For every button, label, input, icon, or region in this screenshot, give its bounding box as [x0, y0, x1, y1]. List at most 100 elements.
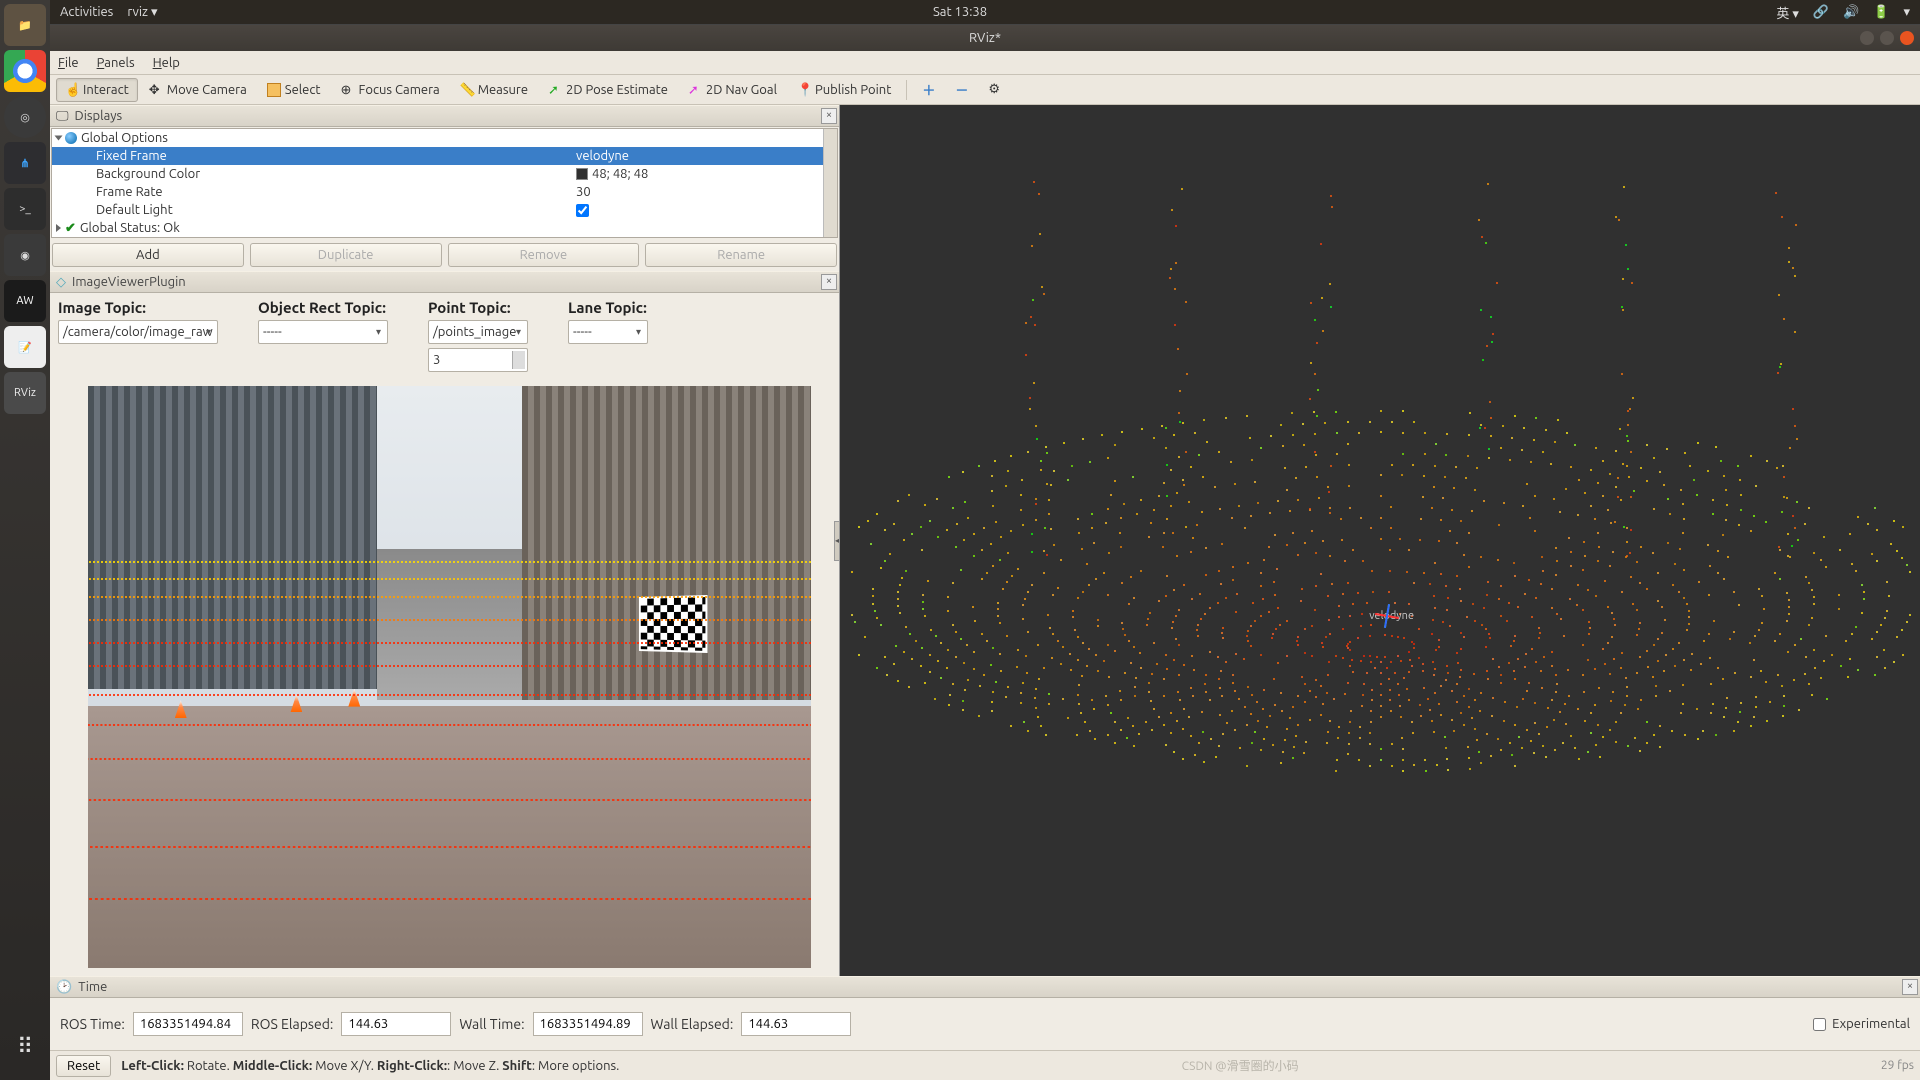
tree-global-status[interactable]: Global Status: Ok	[80, 221, 180, 235]
launcher-rviz-icon[interactable]: RViz	[4, 372, 46, 414]
maximize-button[interactable]	[1880, 31, 1894, 45]
add-button[interactable]: Add	[52, 243, 244, 267]
chevron-down-icon[interactable]	[55, 136, 63, 141]
tool-display-options[interactable]: ⚙	[979, 78, 1009, 102]
launcher-files-icon[interactable]: 📁	[4, 4, 46, 46]
tool-2d-nav-goal[interactable]: ➚2D Nav Goal	[679, 78, 786, 102]
launcher-apps-grid-icon[interactable]: ⠿	[17, 1034, 33, 1060]
system-menu-caret-icon[interactable]: ▾	[1903, 5, 1910, 20]
wall-time-label: Wall Time:	[459, 1016, 524, 1032]
time-panel-title: Time	[78, 980, 107, 994]
image-viewer-close[interactable]: ×	[821, 274, 837, 290]
tool-2d-pose-estimate[interactable]: ➚2D Pose Estimate	[539, 78, 677, 102]
object-rect-label: Object Rect Topic:	[258, 299, 388, 316]
tree-scrollbar[interactable]	[823, 129, 837, 237]
app-menu[interactable]: rviz ▾	[127, 5, 157, 20]
tool-move-camera[interactable]: ✥Move Camera	[140, 78, 256, 102]
remove-button[interactable]: Remove	[448, 243, 640, 267]
launcher-dock: 📁 ◎ ⋔ >_ ◉ AW 📝 RViz ⠿	[0, 0, 50, 1080]
input-language[interactable]: 英 ▾	[1776, 3, 1799, 22]
toolbar: ☝Interact ✥Move Camera Select ⊕Focus Cam…	[50, 75, 1920, 105]
reset-button[interactable]: Reset	[56, 1055, 111, 1077]
tool-publish-point[interactable]: 📍Publish Point	[788, 78, 900, 102]
globe-icon	[65, 132, 77, 144]
image-viewer-panel: Image Topic: /camera/color/image_raw Obj…	[50, 293, 839, 976]
status-bar: Reset Left-Click: Rotate. Middle-Click: …	[50, 1050, 1920, 1080]
tree-bg-color-label[interactable]: Background Color	[96, 167, 200, 181]
activities-button[interactable]: Activities	[60, 5, 113, 19]
point-topic-spin[interactable]: 3	[428, 348, 528, 372]
tool-add-display[interactable]: ＋	[913, 78, 944, 102]
tool-focus-camera[interactable]: ⊕Focus Camera	[332, 78, 449, 102]
3d-viewport[interactable]: ◂ velodyne	[840, 105, 1920, 976]
tree-global-options[interactable]: Global Options	[81, 131, 168, 145]
object-rect-combo[interactable]: -----	[258, 320, 388, 344]
check-icon: ✔	[65, 221, 76, 236]
launcher-autoware-icon[interactable]: AW	[4, 280, 46, 322]
ros-time-field[interactable]	[133, 1012, 243, 1036]
displays-panel-header[interactable]: 🖵 Displays ×	[50, 105, 839, 127]
experimental-label: Experimental	[1832, 1017, 1910, 1031]
ros-elapsed-field[interactable]	[341, 1012, 451, 1036]
wall-time-field[interactable]	[533, 1012, 643, 1036]
menu-help[interactable]: Help	[153, 56, 180, 70]
tool-measure[interactable]: 📏Measure	[451, 78, 537, 102]
close-button[interactable]	[1900, 31, 1914, 45]
point-topic-combo[interactable]: /points_image	[428, 320, 528, 344]
tool-select[interactable]: Select	[258, 78, 330, 102]
camera-image-view[interactable]	[88, 386, 811, 968]
window-titlebar[interactable]: RViz*	[50, 25, 1920, 51]
tree-frame-rate-label[interactable]: Frame Rate	[96, 185, 163, 199]
launcher-recorder-icon[interactable]: ◉	[4, 234, 46, 276]
displays-title: Displays	[75, 109, 123, 123]
menu-panels[interactable]: Panels	[97, 56, 135, 70]
time-panel-header[interactable]: 🕑 Time ×	[50, 976, 1920, 998]
default-light-checkbox[interactable]	[576, 204, 589, 217]
gnome-top-panel: Activities rviz ▾ Sat 13:38 英 ▾ 🔗 🔊 🔋 ▾	[50, 0, 1920, 24]
gear-small-icon: ⚙	[988, 82, 1000, 97]
tree-frame-rate-value[interactable]: 30	[576, 185, 591, 199]
displays-panel-close[interactable]: ×	[821, 108, 837, 124]
select-icon	[267, 83, 281, 97]
image-viewer-title: ImageViewerPlugin	[72, 275, 186, 289]
duplicate-button[interactable]: Duplicate	[250, 243, 442, 267]
tree-fixed-frame-value[interactable]: velodyne	[576, 149, 629, 163]
arrow-green-icon: ➚	[548, 83, 562, 97]
monitor-icon: 🖵	[56, 109, 69, 124]
fps-readout: 29 fps	[1881, 1059, 1914, 1072]
minimize-button[interactable]	[1860, 31, 1874, 45]
ruler-icon: 📏	[460, 83, 474, 97]
launcher-vscode-icon[interactable]: ⋔	[4, 142, 46, 184]
displays-panel: 🖵 Displays × Global Options Fixed Frame …	[50, 105, 839, 271]
tree-default-light-label[interactable]: Default Light	[96, 203, 173, 217]
wall-elapsed-field[interactable]	[741, 1012, 851, 1036]
lane-topic-combo[interactable]: -----	[568, 320, 648, 344]
tool-interact[interactable]: ☝Interact	[56, 78, 138, 102]
network-icon[interactable]: 🔗	[1813, 5, 1829, 20]
rename-button[interactable]: Rename	[645, 243, 837, 267]
launcher-gedit-icon[interactable]: 📝	[4, 326, 46, 368]
time-panel: 🕑 Time × ROS Time: ROS Elapsed: Wall Tim…	[50, 976, 1920, 1050]
chevron-right-icon[interactable]	[56, 224, 61, 232]
lane-topic-label: Lane Topic:	[568, 299, 648, 316]
launcher-chrome-icon[interactable]	[4, 50, 46, 92]
focus-icon: ⊕	[341, 83, 355, 97]
launcher-terminal-icon[interactable]: >_	[4, 188, 46, 230]
volume-icon[interactable]: 🔊	[1843, 5, 1859, 20]
experimental-checkbox[interactable]	[1813, 1018, 1826, 1031]
tool-remove-display[interactable]: －	[946, 78, 977, 102]
color-chip[interactable]	[576, 168, 588, 180]
clock-icon: 🕑	[56, 980, 72, 995]
time-panel-close[interactable]: ×	[1902, 979, 1918, 995]
menu-file[interactable]: FFileile	[58, 56, 79, 70]
battery-icon[interactable]: 🔋	[1873, 5, 1889, 20]
image-topic-combo[interactable]: /camera/color/image_raw	[58, 320, 218, 344]
image-viewer-header[interactable]: ◇ ImageViewerPlugin ×	[50, 271, 839, 293]
displays-tree[interactable]: Global Options Fixed Frame velodyne Back…	[51, 128, 838, 238]
launcher-obs-icon[interactable]: ◎	[4, 96, 46, 138]
clock[interactable]: Sat 13:38	[933, 5, 987, 19]
ros-elapsed-label: ROS Elapsed:	[251, 1016, 334, 1032]
tree-fixed-frame-label[interactable]: Fixed Frame	[96, 149, 167, 163]
tree-bg-color-value[interactable]: 48; 48; 48	[592, 167, 648, 181]
rviz-window: RViz* FFileile Panels Help ☝Interact ✥Mo…	[50, 24, 1920, 1080]
